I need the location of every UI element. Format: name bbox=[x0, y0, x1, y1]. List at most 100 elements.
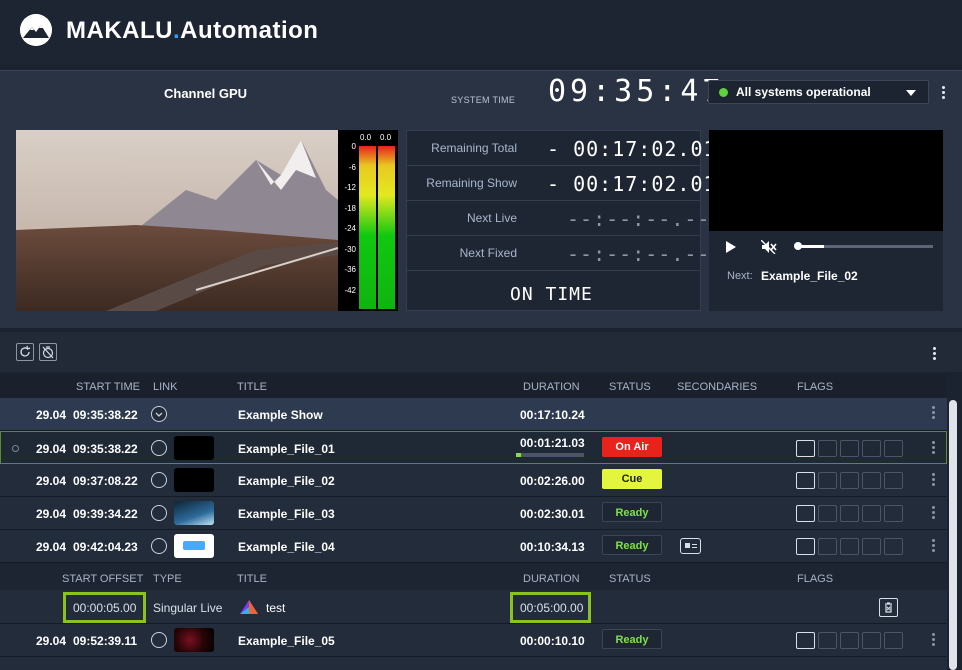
playlist-flag-icon[interactable] bbox=[796, 472, 815, 489]
col-status[interactable]: STATUS bbox=[609, 381, 651, 393]
status-badge[interactable]: Ready bbox=[602, 629, 662, 649]
loop-flag-icon[interactable] bbox=[840, 538, 859, 555]
row-menu-button[interactable] bbox=[932, 539, 935, 554]
expand-chevron-icon[interactable] bbox=[151, 406, 167, 422]
loop-flag-icon[interactable] bbox=[840, 505, 859, 522]
row-menu-button[interactable] bbox=[932, 406, 935, 421]
secondary-events-icon[interactable] bbox=[680, 538, 701, 554]
clip-thumbnail bbox=[174, 628, 214, 652]
timer-value: --:--:--.-- bbox=[567, 242, 711, 266]
next-clip-player: Next: Example_File_02 bbox=[709, 130, 943, 311]
playlist-row[interactable]: 29.04 09:52:39.11 Example_File_05 00:00:… bbox=[0, 624, 947, 657]
playlist-row[interactable]: 29.04 09:42:04.23 Example_File_04 00:10:… bbox=[0, 530, 947, 563]
col-secondaries[interactable]: SECONDARIES bbox=[677, 381, 757, 393]
row-date: 29.04 bbox=[36, 408, 67, 422]
row-date: 29.04 bbox=[36, 634, 67, 648]
transfer-flag-icon[interactable] bbox=[862, 538, 881, 555]
mute-flag-icon[interactable] bbox=[884, 472, 903, 489]
player-seek-bar[interactable] bbox=[794, 242, 933, 250]
playlist-flag-icon[interactable] bbox=[796, 505, 815, 522]
playlist-scrollbar[interactable] bbox=[949, 400, 957, 670]
timer-label: Remaining Show bbox=[426, 176, 517, 190]
status-badge[interactable]: Ready bbox=[602, 502, 662, 522]
app-title: MAKALU.Automation bbox=[66, 17, 319, 44]
row-start-time: 09:42:04.23 bbox=[73, 540, 138, 554]
secondary-icon-part bbox=[685, 543, 690, 548]
snowflake-flag-icon[interactable] bbox=[818, 472, 837, 489]
status-badge[interactable]: Ready bbox=[602, 535, 662, 555]
system-status-dropdown[interactable]: All systems operational bbox=[708, 80, 929, 104]
loop-flag-icon[interactable] bbox=[840, 472, 859, 489]
secondary-title: test bbox=[266, 601, 286, 615]
timer-row-next-live: Next Live --:--:--.-- bbox=[407, 201, 709, 236]
playlist-header: START TIME LINK TITLE DURATION STATUS SE… bbox=[0, 374, 947, 398]
col-link[interactable]: LINK bbox=[153, 381, 177, 393]
mute-icon[interactable] bbox=[760, 239, 777, 259]
player-seek-handle[interactable] bbox=[794, 242, 802, 250]
col-sub-flags: FLAGS bbox=[797, 573, 834, 585]
row-duration: 00:00:10.10 bbox=[520, 634, 585, 648]
playlist-flag-icon[interactable] bbox=[796, 632, 815, 649]
secondary-icon-part bbox=[692, 544, 697, 545]
playlist-menu-button[interactable] bbox=[933, 347, 936, 362]
system-status-text: All systems operational bbox=[736, 85, 871, 99]
col-title[interactable]: TITLE bbox=[237, 381, 267, 393]
col-sub-status: STATUS bbox=[609, 573, 651, 585]
transfer-flag-icon[interactable] bbox=[862, 632, 881, 649]
row-menu-button[interactable] bbox=[932, 633, 935, 648]
col-start-time[interactable]: START TIME bbox=[76, 381, 140, 393]
status-badge[interactable]: Cue bbox=[602, 469, 662, 489]
timer-label: Next Fixed bbox=[459, 246, 517, 260]
system-time-display: 09:35:47 bbox=[548, 74, 725, 109]
mute-flag-icon[interactable] bbox=[884, 538, 903, 555]
playlist-row-on-air[interactable]: 29.04 09:35:38.22 Example_File_01 00:01:… bbox=[0, 431, 947, 464]
vu-left-bar bbox=[359, 146, 376, 309]
secondary-icon-part bbox=[692, 547, 697, 548]
row-start-time: 09:39:34.22 bbox=[73, 507, 138, 521]
loop-flag-icon[interactable] bbox=[840, 440, 859, 457]
mute-flag-icon[interactable] bbox=[884, 440, 903, 457]
snowflake-flag-icon[interactable] bbox=[818, 440, 837, 457]
col-flags[interactable]: FLAGS bbox=[797, 381, 833, 393]
row-date: 29.04 bbox=[36, 442, 67, 456]
mute-flag-icon[interactable] bbox=[884, 632, 903, 649]
transfer-flag-icon[interactable] bbox=[862, 440, 881, 457]
link-node[interactable] bbox=[151, 505, 167, 521]
row-start-time: 09:35:38.22 bbox=[73, 408, 138, 422]
row-duration: 00:02:30.01 bbox=[520, 507, 585, 521]
transfer-flag-icon[interactable] bbox=[862, 505, 881, 522]
row-menu-button[interactable] bbox=[932, 473, 935, 488]
transfer-flag-icon[interactable] bbox=[862, 472, 881, 489]
playlist-row[interactable]: 29.04 09:37:08.22 Example_File_02 00:02:… bbox=[0, 464, 947, 497]
playlist-flag-icon[interactable] bbox=[796, 440, 815, 457]
snowflake-flag-icon[interactable] bbox=[818, 632, 837, 649]
link-node[interactable] bbox=[151, 632, 167, 648]
row-menu-button[interactable] bbox=[932, 441, 935, 456]
singular-live-icon bbox=[239, 599, 259, 620]
playlist-flag-icon[interactable] bbox=[796, 538, 815, 555]
col-sub-title: TITLE bbox=[237, 573, 267, 585]
channel-menu-button[interactable] bbox=[942, 86, 945, 101]
link-node[interactable] bbox=[151, 440, 167, 456]
show-row[interactable]: 29.04 09:35:38.22 Example Show 00:17:10.… bbox=[0, 398, 947, 431]
row-start-time: 09:52:39.11 bbox=[73, 634, 138, 648]
mute-flag-icon[interactable] bbox=[884, 505, 903, 522]
row-duration: 00:01:21.03 bbox=[520, 436, 585, 450]
vu-scale-label: -36 bbox=[344, 265, 356, 274]
clip-progress-bar bbox=[516, 453, 584, 457]
status-badge[interactable]: On Air bbox=[602, 437, 662, 457]
playlist-row[interactable]: 29.04 09:39:34.22 Example_File_03 00:02:… bbox=[0, 497, 947, 530]
app-root: MAKALU.Automation Channel GPU SYSTEM TIM… bbox=[0, 0, 962, 670]
start-offset-highlight bbox=[63, 592, 146, 623]
reload-button[interactable] bbox=[16, 343, 34, 361]
snowflake-flag-icon[interactable] bbox=[818, 538, 837, 555]
timer-off-button[interactable] bbox=[39, 343, 57, 361]
col-duration[interactable]: DURATION bbox=[523, 381, 580, 393]
delete-secondary-button[interactable] bbox=[879, 598, 898, 617]
snowflake-flag-icon[interactable] bbox=[818, 505, 837, 522]
link-node[interactable] bbox=[151, 538, 167, 554]
link-node[interactable] bbox=[151, 472, 167, 488]
row-menu-button[interactable] bbox=[932, 506, 935, 521]
play-icon[interactable] bbox=[726, 241, 736, 253]
loop-flag-icon[interactable] bbox=[840, 632, 859, 649]
